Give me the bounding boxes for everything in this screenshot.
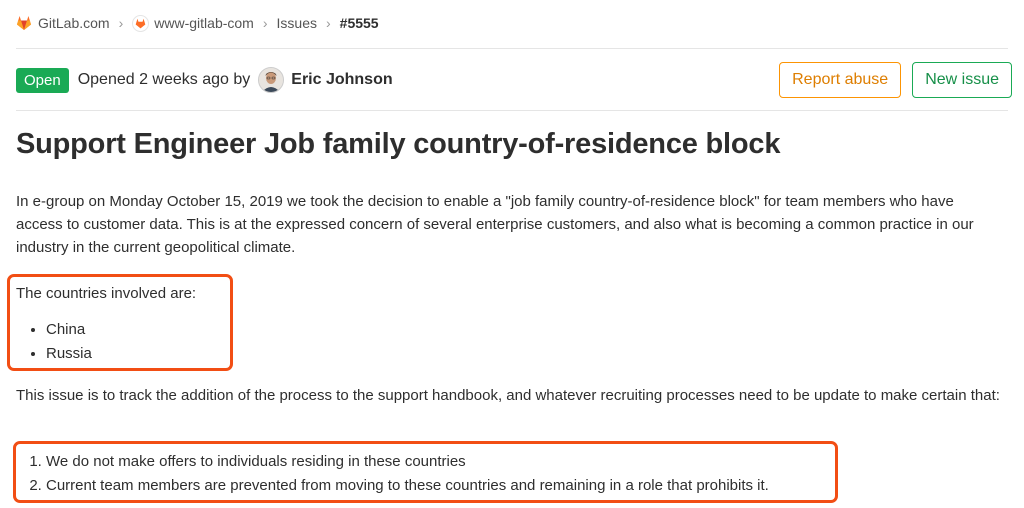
divider <box>16 110 1008 111</box>
opened-text: Opened 2 weeks ago by <box>77 71 251 88</box>
author-avatar[interactable] <box>258 67 285 93</box>
issue-header: Open Opened 2 weeks ago by Eric Johnson … <box>16 62 1012 98</box>
breadcrumb-link-issue-number[interactable]: #5555 <box>340 15 379 31</box>
divider <box>16 48 1008 49</box>
list-item: Russia <box>46 342 92 366</box>
list-item: China <box>46 318 92 342</box>
breadcrumb-item-gitlab[interactable]: GitLab.com › <box>16 15 132 31</box>
author-name[interactable]: Eric Johnson <box>291 71 392 89</box>
report-abuse-button[interactable]: Report abuse <box>779 62 902 98</box>
status-badge: Open <box>16 67 69 93</box>
description-paragraph: This issue is to track the addition of t… <box>16 387 1000 404</box>
breadcrumb: GitLab.com › www-gitlab-com › Issues › #… <box>16 12 379 34</box>
issue-page: GitLab.com › www-gitlab-com › Issues › #… <box>0 0 1024 508</box>
breadcrumb-item-project[interactable]: www-gitlab-com › <box>132 14 276 32</box>
description-paragraph: The countries involved are: <box>16 285 197 302</box>
list-item: We do not make offers to individuals res… <box>46 450 769 474</box>
chevron-right-icon: › <box>118 15 124 31</box>
description-paragraph: In e-group on Monday October 15, 2019 we… <box>16 193 974 256</box>
breadcrumb-link-project[interactable]: www-gitlab-com <box>154 15 254 31</box>
new-issue-button[interactable]: New issue <box>912 62 1012 98</box>
issue-title: Support Engineer Job family country-of-r… <box>16 128 781 160</box>
list-item: Current team members are prevented from … <box>46 474 769 498</box>
project-avatar-icon <box>132 14 150 32</box>
breadcrumb-link-issues[interactable]: Issues <box>277 15 317 31</box>
breadcrumb-link-gitlab[interactable]: GitLab.com <box>38 15 110 31</box>
requirements-list: We do not make offers to individuals res… <box>16 450 769 498</box>
issue-description: In e-group on Monday October 15, 2019 we… <box>16 190 1000 494</box>
gitlab-tanuki-icon <box>17 16 31 30</box>
chevron-right-icon: › <box>262 15 268 31</box>
breadcrumb-item-issues[interactable]: Issues › <box>277 15 340 31</box>
chevron-right-icon: › <box>325 15 331 31</box>
breadcrumb-item-issue[interactable]: #5555 <box>340 15 379 31</box>
countries-list: China Russia <box>16 318 92 366</box>
